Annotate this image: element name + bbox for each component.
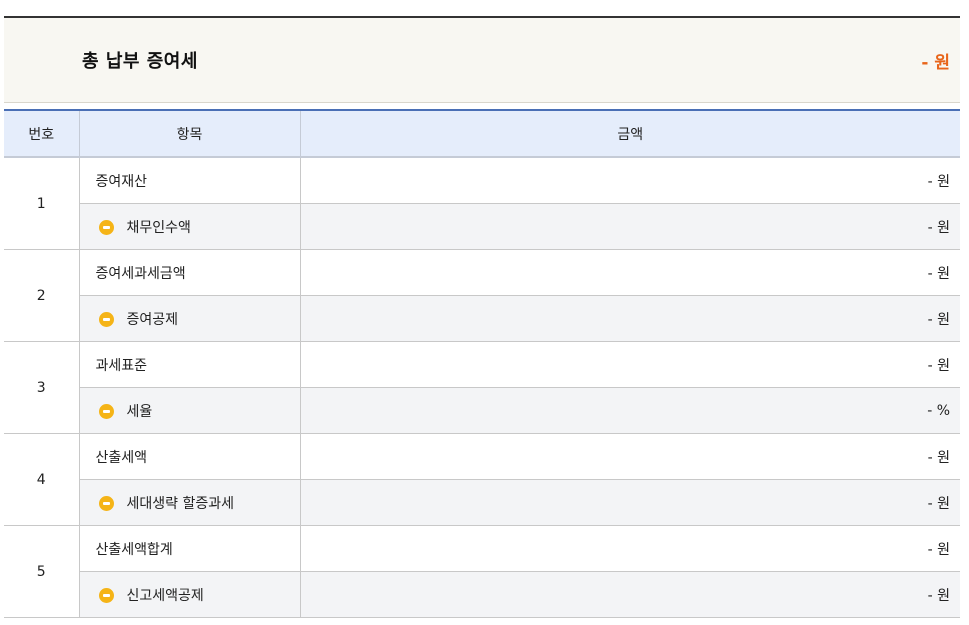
table-header-row: 번호 항목 금액 bbox=[4, 109, 960, 158]
sub-row-item: 증여공제 bbox=[79, 295, 301, 342]
table-row: 3 과세표준 - 원 bbox=[4, 341, 960, 434]
table-row: 채무인수액 - 원 bbox=[4, 203, 960, 250]
row-number: 1 bbox=[4, 157, 80, 250]
tax-result-panel: 총 납부 증여세 - 원 번호 항목 금액 1 증여재산 - 원 채무인수액 -… bbox=[4, 16, 960, 618]
sub-row-value: - 원 bbox=[300, 479, 960, 526]
row-value: - 원 bbox=[300, 249, 960, 296]
sub-row-label: 세대생략 할증과세 bbox=[126, 495, 235, 512]
table-row: 증여공제 - 원 bbox=[4, 295, 960, 342]
header-item: 항목 bbox=[79, 109, 301, 158]
sub-row-item: 신고세액공제 bbox=[79, 571, 301, 618]
row-number: 5 bbox=[4, 525, 80, 618]
sub-row-label: 증여공제 bbox=[126, 311, 179, 328]
sub-row-item: 세율 bbox=[79, 387, 301, 434]
total-gift-tax-summary: 총 납부 증여세 - 원 bbox=[4, 18, 960, 103]
table-row: 2 증여세과세금액 - 원 bbox=[4, 249, 960, 342]
row-label: 증여재산 bbox=[79, 157, 301, 204]
row-label: 산출세액 bbox=[79, 433, 301, 480]
table-row: 세대생략 할증과세 - 원 bbox=[4, 479, 960, 526]
row-number: 2 bbox=[4, 249, 80, 342]
sub-row-value: - % bbox=[300, 387, 960, 434]
sub-row-label: 채무인수액 bbox=[126, 219, 191, 236]
table-row: 4 산출세액 - 원 bbox=[4, 433, 960, 526]
row-value: - 원 bbox=[300, 341, 960, 388]
sub-row-value: - 원 bbox=[300, 295, 960, 342]
summary-title: 총 납부 증여세 bbox=[82, 51, 198, 72]
minus-circle-icon bbox=[98, 403, 114, 419]
summary-amount: - 원 bbox=[921, 52, 950, 73]
table-row: 신고세액공제 - 원 bbox=[4, 571, 960, 618]
minus-circle-icon bbox=[98, 219, 114, 235]
table-row: 5 산출세액합계 - 원 bbox=[4, 525, 960, 618]
tax-breakdown-table: 번호 항목 금액 1 증여재산 - 원 채무인수액 - 원 2 증여세과세금액 … bbox=[4, 109, 960, 618]
row-label: 과세표준 bbox=[79, 341, 301, 388]
row-value: - 원 bbox=[300, 433, 960, 480]
minus-circle-icon bbox=[98, 587, 114, 603]
table-row: 1 증여재산 - 원 bbox=[4, 157, 960, 250]
row-value: - 원 bbox=[300, 157, 960, 204]
sub-row-label: 신고세액공제 bbox=[126, 587, 204, 604]
row-number: 4 bbox=[4, 433, 80, 526]
sub-row-value: - 원 bbox=[300, 571, 960, 618]
sub-row-item: 채무인수액 bbox=[79, 203, 301, 250]
table-row: 세율 - % bbox=[4, 387, 960, 434]
minus-circle-icon bbox=[98, 495, 114, 511]
row-number: 3 bbox=[4, 341, 80, 434]
header-number: 번호 bbox=[4, 109, 80, 158]
sub-row-item: 세대생략 할증과세 bbox=[79, 479, 301, 526]
row-label: 산출세액합계 bbox=[79, 525, 301, 572]
sub-row-label: 세율 bbox=[126, 403, 153, 420]
row-label: 증여세과세금액 bbox=[79, 249, 301, 296]
row-value: - 원 bbox=[300, 525, 960, 572]
minus-circle-icon bbox=[98, 311, 114, 327]
sub-row-value: - 원 bbox=[300, 203, 960, 250]
header-amount: 금액 bbox=[300, 109, 960, 158]
